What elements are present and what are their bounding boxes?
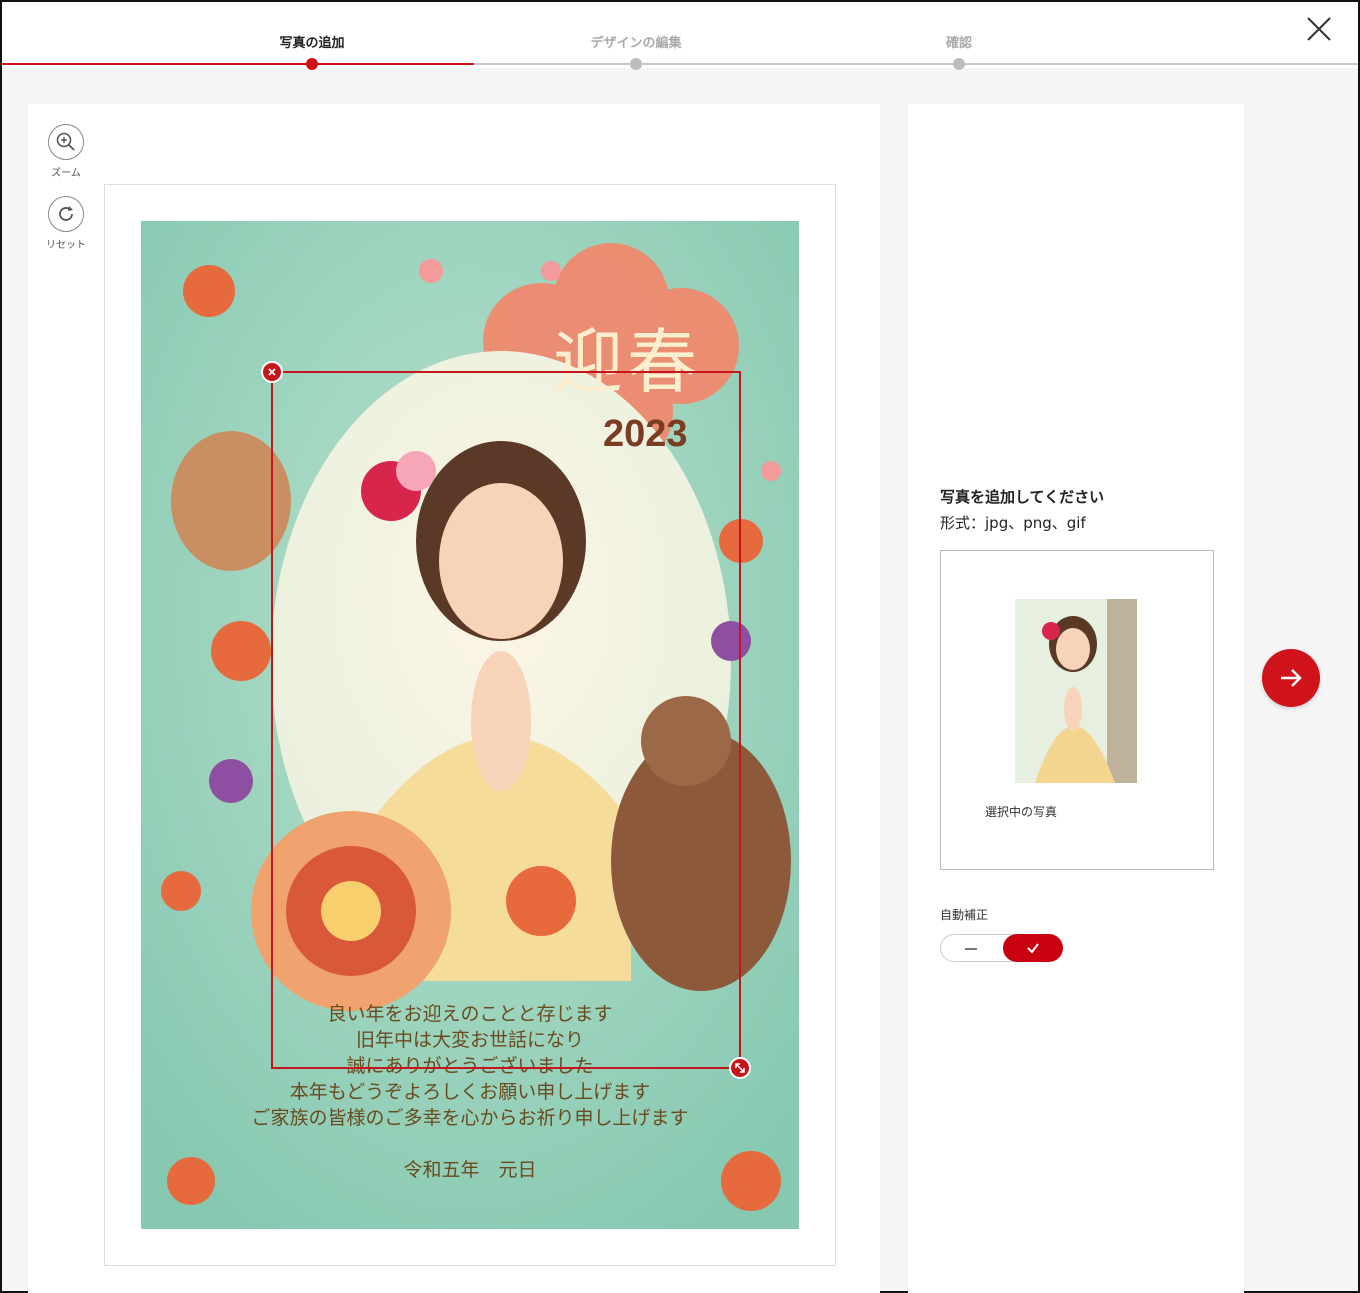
auto-correct-toggle[interactable]	[940, 934, 1063, 962]
remove-icon	[268, 368, 276, 376]
close-icon	[1307, 17, 1331, 41]
card-date: 令和五年 元日	[403, 1159, 537, 1181]
resize-icon	[735, 1063, 745, 1073]
zoom-label: ズーム	[51, 168, 81, 179]
selected-photo-caption: 選択中の写真	[985, 805, 1058, 819]
selected-photo-thumbnail[interactable]	[1015, 599, 1137, 783]
remove-photo-handle[interactable]	[261, 361, 283, 383]
photo-side-panel: 写真を追加してください 形式：jpg、png、gif 選択中の写真 自動補正	[908, 104, 1244, 1293]
step-confirm-dot	[953, 58, 965, 70]
step-add-photo-label[interactable]: 写真の追加	[279, 32, 344, 51]
new-year-card: 迎春 2023 良い年をお迎えのことと存じます 旧年中は大変お世話になり 誠にあ…	[141, 221, 799, 1229]
progress-track-complete	[2, 63, 474, 65]
format-info: 形式：jpg、png、gif	[940, 514, 1086, 532]
photo-thumbnail-image	[1015, 599, 1137, 783]
card-canvas-frame: 迎春 2023 良い年をお迎えのことと存じます 旧年中は大変お世話になり 誠にあ…	[104, 184, 836, 1266]
auto-correct-label: 自動補正	[940, 908, 989, 922]
editor-panel: ズーム リセット 迎春 2023 良い年をお迎えのことと存じます 旧年中は大変お…	[28, 104, 880, 1293]
add-photo-title: 写真を追加してください	[940, 488, 1105, 506]
check-icon	[1027, 943, 1039, 954]
resize-photo-handle[interactable]	[729, 1057, 751, 1079]
reset-icon	[59, 206, 73, 221]
close-button[interactable]	[1304, 14, 1334, 44]
progress-track-remaining	[474, 63, 1358, 65]
step-add-photo-dot	[306, 58, 318, 70]
toggle-on-indicator	[1003, 934, 1063, 962]
step-edit-design-label[interactable]: デザインの編集	[590, 32, 681, 51]
photo-upload-area[interactable]: 選択中の写真	[940, 550, 1214, 870]
reset-button[interactable]: リセット	[46, 196, 86, 251]
reset-label: リセット	[46, 240, 86, 251]
arrow-right-icon	[1281, 669, 1302, 687]
stepper-header: 写真の追加 デザインの編集 確認	[2, 2, 1358, 70]
toggle-off-mark	[965, 948, 977, 950]
step-edit-design-dot	[630, 58, 642, 70]
zoom-in-icon	[56, 132, 75, 151]
photo-selection-box[interactable]	[261, 361, 751, 1079]
next-step-button[interactable]	[1262, 649, 1320, 707]
greeting-line: 本年もどうぞよろしくお願い申し上げます	[289, 1081, 651, 1103]
step-confirm-label[interactable]: 確認	[946, 32, 972, 51]
zoom-button[interactable]: ズーム	[46, 124, 86, 179]
greeting-line: ご家族の皆様のご多幸を心からお祈り申し上げます	[251, 1107, 689, 1129]
